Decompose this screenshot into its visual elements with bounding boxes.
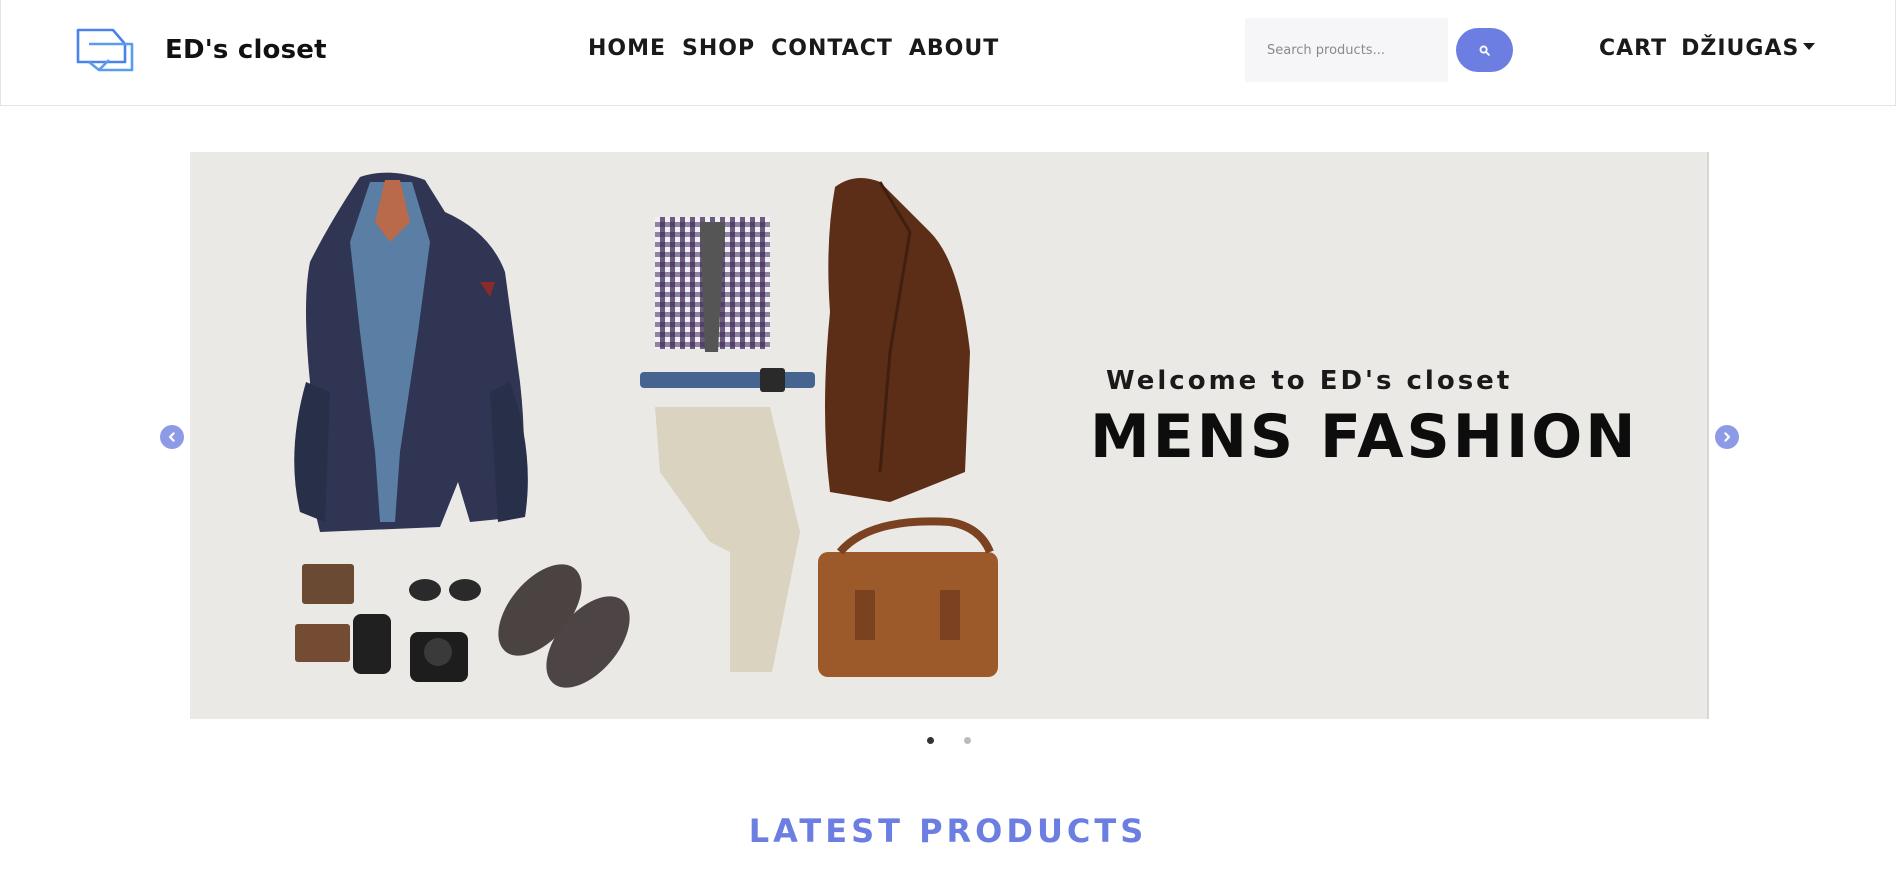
carousel-next-button[interactable]	[1715, 425, 1739, 449]
logo-icon	[76, 28, 134, 72]
caret-down-icon	[1803, 42, 1816, 50]
nav-home[interactable]: HOME	[588, 36, 666, 61]
account-nav: CART DŽIUGAS	[1599, 36, 1816, 61]
navy-blazer-graphic	[294, 172, 528, 533]
carousel-title: MENS FASHION	[1090, 402, 1639, 472]
latest-products-heading: LATEST PRODUCTS	[748, 812, 1148, 850]
search-button[interactable]	[1456, 28, 1513, 72]
mens-fashion-flatlay-image	[294, 172, 998, 688]
chevron-left-icon	[168, 432, 175, 442]
nav-about[interactable]: ABOUT	[909, 36, 999, 61]
carousel-subtitle: Welcome to ED's closet	[1106, 366, 1513, 396]
leather-bag-graphic	[818, 552, 998, 677]
sunglasses-graphic	[409, 579, 441, 601]
cart-link[interactable]: CART	[1599, 36, 1667, 61]
carousel-prev-button[interactable]	[160, 425, 184, 449]
carousel-caption: Welcome to ED's closet MENS FASHION	[1090, 366, 1639, 472]
nav-shop[interactable]: SHOP	[682, 36, 755, 61]
search-icon	[1479, 45, 1490, 56]
hero-carousel: Welcome to ED's closet MENS FASHION	[190, 152, 1709, 719]
nav-contact[interactable]: CONTACT	[771, 36, 893, 61]
leather-jacket-graphic	[825, 178, 970, 502]
search-input[interactable]	[1245, 18, 1448, 82]
carousel-indicator-2[interactable]	[964, 737, 971, 744]
home-logo-link[interactable]: ED's closet	[75, 26, 327, 74]
belt-graphic	[640, 372, 815, 388]
site-header: ED's closet HOME SHOP CONTACT ABOUT CART…	[0, 0, 1896, 106]
wallet-graphic	[302, 564, 354, 604]
carousel-indicators	[927, 737, 971, 744]
main-nav: HOME SHOP CONTACT ABOUT	[588, 36, 999, 61]
chevron-right-icon	[1724, 432, 1731, 442]
user-name: DŽIUGAS	[1681, 36, 1800, 61]
chinos-graphic	[655, 407, 800, 672]
carousel-indicator-1[interactable]	[927, 737, 934, 744]
lens-graphic	[353, 614, 391, 674]
brand-name: ED's closet	[165, 35, 327, 65]
user-menu-toggle[interactable]: DŽIUGAS	[1681, 36, 1816, 61]
